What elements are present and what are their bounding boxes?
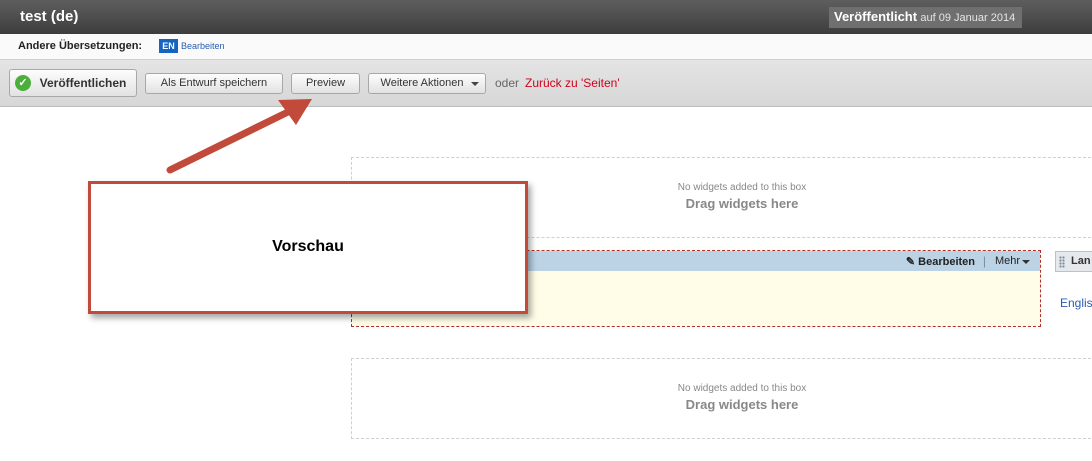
chevron-down-icon bbox=[1022, 260, 1030, 264]
widget-more-button[interactable]: Mehr bbox=[995, 255, 1030, 267]
action-toolbar: ✓ Veröffentlichen Als Entwurf speichern … bbox=[0, 59, 1092, 107]
annotation-callout: Vorschau bbox=[88, 181, 528, 314]
more-actions-label: Weitere Aktionen bbox=[380, 77, 464, 89]
back-to-pages-link[interactable]: Zurück zu 'Seiten' bbox=[525, 76, 620, 90]
title-bar: test (de) Veröffentlicht auf 09 Januar 2… bbox=[0, 0, 1092, 34]
or-text: oder bbox=[495, 76, 520, 90]
annotation-text: Vorschau bbox=[272, 238, 344, 255]
dropzone-hint: Drag widgets here bbox=[685, 196, 799, 211]
more-actions-button[interactable]: Weitere Aktionen bbox=[368, 73, 486, 94]
check-circle-icon: ✓ bbox=[15, 75, 31, 91]
dropzone-empty-text: No widgets added to this box bbox=[677, 383, 807, 394]
status-label: Veröffentlicht bbox=[834, 9, 918, 24]
preview-button[interactable]: Preview bbox=[291, 73, 360, 94]
drag-handle-icon[interactable] bbox=[1059, 256, 1065, 268]
language-widget-title: Lan bbox=[1071, 255, 1091, 267]
pencil-icon: ✎ bbox=[905, 256, 916, 268]
edit-translation-link[interactable]: Bearbeiten bbox=[181, 41, 225, 51]
language-badge-en[interactable]: EN bbox=[159, 39, 178, 53]
status-date: auf 09 Januar 2014 bbox=[920, 12, 1016, 24]
dropzone-empty-text: No widgets added to this box bbox=[677, 182, 807, 193]
publish-button-label: Veröffentlichen bbox=[39, 76, 127, 90]
language-widget-header[interactable]: Lan bbox=[1055, 251, 1092, 272]
publish-status: Veröffentlicht auf 09 Januar 2014 bbox=[829, 7, 1022, 28]
widget-dropzone[interactable]: No widgets added to this box Drag widget… bbox=[351, 358, 1092, 439]
page-title: test (de) bbox=[20, 8, 79, 25]
separator: | bbox=[982, 254, 986, 268]
translations-label: Andere Übersetzungen: bbox=[18, 40, 143, 52]
chevron-down-icon bbox=[471, 82, 479, 86]
english-language-link[interactable]: Englis bbox=[1060, 296, 1092, 310]
dropzone-hint: Drag widgets here bbox=[685, 397, 799, 412]
widget-edit-label: Bearbeiten bbox=[918, 256, 975, 268]
widget-edit-button[interactable]: ✎ Bearbeiten bbox=[906, 255, 975, 268]
publish-button[interactable]: ✓ Veröffentlichen bbox=[9, 69, 137, 97]
save-draft-button[interactable]: Als Entwurf speichern bbox=[145, 73, 283, 94]
translations-bar: Andere Übersetzungen: EN Bearbeiten bbox=[0, 34, 1092, 59]
widget-more-label: Mehr bbox=[994, 255, 1020, 267]
